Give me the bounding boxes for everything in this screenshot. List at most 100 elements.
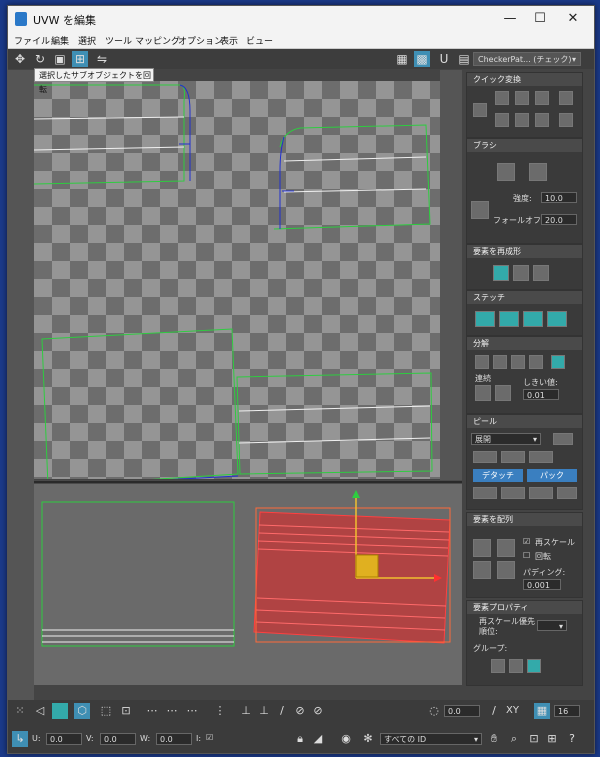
threshold-field[interactable]: 0.01 <box>523 389 559 400</box>
menu-tools[interactable]: ツール <box>105 34 132 47</box>
split-icon[interactable] <box>511 355 525 369</box>
weld-icon[interactable] <box>551 355 565 369</box>
flatten-cube-icon[interactable] <box>533 265 549 281</box>
pin-edges-icon[interactable] <box>529 487 553 499</box>
pack-custom-icon[interactable] <box>473 539 491 557</box>
i-checkbox-icon[interactable]: ☑ <box>206 733 213 742</box>
checker-pattern-dropdown[interactable]: CheckerPat... (チェック) ▾ <box>473 52 581 66</box>
group-add-icon[interactable] <box>527 659 541 673</box>
menu-select[interactable]: 選択 <box>78 34 96 47</box>
strength-field[interactable]: 10.0 <box>541 192 577 203</box>
uv-label[interactable]: U V <box>434 51 454 82</box>
menu-file[interactable]: ファイル <box>14 34 50 47</box>
pan-icon[interactable]: ✋︎ <box>486 731 502 747</box>
zoom-region-icon[interactable]: ⊡ <box>526 731 542 747</box>
angle-snap-icon[interactable]: ◌ <box>426 703 442 719</box>
peel-reset-icon[interactable] <box>529 451 553 463</box>
freeze-icon[interactable]: ✻ <box>360 731 376 747</box>
quick-transform-title[interactable]: クイック変換 <box>467 73 582 86</box>
show-map-icon[interactable]: ▩ <box>414 51 430 67</box>
element-mode-icon[interactable]: ⬡ <box>74 703 90 719</box>
stitch-source-icon[interactable] <box>523 311 543 327</box>
ignore-backface-icon[interactable]: ⊥ <box>256 703 272 719</box>
group-select-icon[interactable] <box>491 659 505 673</box>
pack-together-icon[interactable] <box>497 561 515 579</box>
select-region-icon[interactable]: ⬚ <box>98 703 114 719</box>
stitch-avg-icon[interactable] <box>499 311 519 327</box>
element-props-title[interactable]: 要素プロパティ <box>467 601 582 614</box>
edge-mode-icon[interactable]: ◁ <box>32 703 48 719</box>
explode-title[interactable]: 分解 <box>467 337 582 350</box>
stitch-custom-icon[interactable] <box>547 311 567 327</box>
uv-viewport-lower[interactable] <box>34 480 462 685</box>
angle-field[interactable]: 0.0 <box>444 705 480 717</box>
pin-select-icon[interactable]: ⊥ <box>238 703 254 719</box>
zoom-icon[interactable]: ⌕ <box>506 731 522 747</box>
rescale-priority-dropdown[interactable]: ▾ <box>537 620 567 631</box>
shrink-edge-icon[interactable]: ⋯ <box>164 703 180 719</box>
menu-options[interactable]: オプション <box>178 34 223 47</box>
relax-brush-icon[interactable] <box>529 163 547 181</box>
rotate-checkbox-icon[interactable]: ☐ <box>523 551 530 560</box>
close-button[interactable]: ✕ <box>553 8 593 30</box>
stitch-target-icon[interactable] <box>475 311 495 327</box>
select-paint-icon[interactable]: ⊡ <box>118 703 134 719</box>
v-field[interactable]: 0.0 <box>100 733 136 745</box>
filter-icon[interactable]: ◢ <box>310 731 326 747</box>
arrange-title[interactable]: 要素を配列 <box>467 513 582 526</box>
grow-edge-icon[interactable]: ⋯ <box>144 703 160 719</box>
lock-icon[interactable]: 🔒︎ <box>292 731 308 747</box>
pin-add-icon[interactable] <box>473 487 497 499</box>
stitch-title[interactable]: ステッチ <box>467 291 582 304</box>
loop-icon[interactable]: ⋮ <box>212 703 228 719</box>
u-field[interactable]: 0.0 <box>46 733 82 745</box>
falloff-line-icon[interactable] <box>471 201 489 219</box>
space-h-icon[interactable] <box>495 113 509 127</box>
id-filter-dropdown[interactable]: すべての ID ▾ <box>380 733 482 745</box>
peel-mode-dropdown[interactable]: 展開 ▾ <box>471 433 541 445</box>
group-ungroup-icon[interactable] <box>509 659 523 673</box>
relax-cube-icon[interactable] <box>513 265 529 281</box>
rotate-ccw-icon[interactable] <box>535 91 549 105</box>
pin-clear-icon[interactable] <box>557 487 577 499</box>
grid-line-icon[interactable]: / <box>486 703 502 719</box>
paint-select-icon[interactable]: ⊘ <box>292 703 308 719</box>
checker-toggle-icon[interactable]: ▦ <box>394 51 410 67</box>
menu-mapping[interactable]: マッピング <box>135 34 180 47</box>
paint-deselect-icon[interactable]: ⊘ <box>310 703 326 719</box>
w-field[interactable]: 0.0 <box>156 733 192 745</box>
align-top-icon[interactable] <box>559 91 573 105</box>
menu-edit[interactable]: 編集 <box>51 34 69 47</box>
grid-snap-icon[interactable]: ▦ <box>534 703 550 719</box>
brush-select-icon[interactable]: / <box>274 703 290 719</box>
pin-icon[interactable] <box>553 433 573 445</box>
align-bottom-icon[interactable] <box>559 113 573 127</box>
paint-brush-icon[interactable] <box>497 163 515 181</box>
detach-button[interactable]: デタッチ <box>473 469 523 482</box>
space-v-icon[interactable] <box>515 113 529 127</box>
detach-edge-icon[interactable] <box>493 355 507 369</box>
mirror-icon[interactable]: ⇋ <box>94 51 110 67</box>
brush-title[interactable]: ブラシ <box>467 139 582 152</box>
uv-viewport[interactable] <box>34 81 440 479</box>
pack-normalize-icon[interactable] <box>497 539 515 557</box>
link-mode-icon[interactable] <box>475 385 491 401</box>
rotate-cw-icon[interactable] <box>535 113 549 127</box>
scale-icon[interactable]: ▣ <box>52 51 68 67</box>
peel-quick-icon[interactable] <box>473 451 497 463</box>
align-center-icon[interactable] <box>473 103 487 117</box>
view-map-icon[interactable]: ▤ <box>456 51 472 67</box>
move-icon[interactable]: ✥ <box>12 51 28 67</box>
checker-split-icon[interactable] <box>529 355 543 369</box>
align-v-icon[interactable] <box>515 91 529 105</box>
face-mode-icon[interactable] <box>52 703 68 719</box>
hide-icon[interactable]: ◉ <box>338 731 354 747</box>
straighten-icon[interactable] <box>493 265 509 281</box>
peel-lscm-icon[interactable] <box>501 451 525 463</box>
pack-button[interactable]: パック <box>527 469 577 482</box>
help-icon[interactable]: ? <box>564 731 580 747</box>
link-grid-icon[interactable] <box>495 385 511 401</box>
falloff-field[interactable]: 20.0 <box>541 214 577 225</box>
menu-view[interactable]: ビュー <box>246 34 273 47</box>
rescale-checkbox-icon[interactable]: ☑ <box>523 537 530 546</box>
